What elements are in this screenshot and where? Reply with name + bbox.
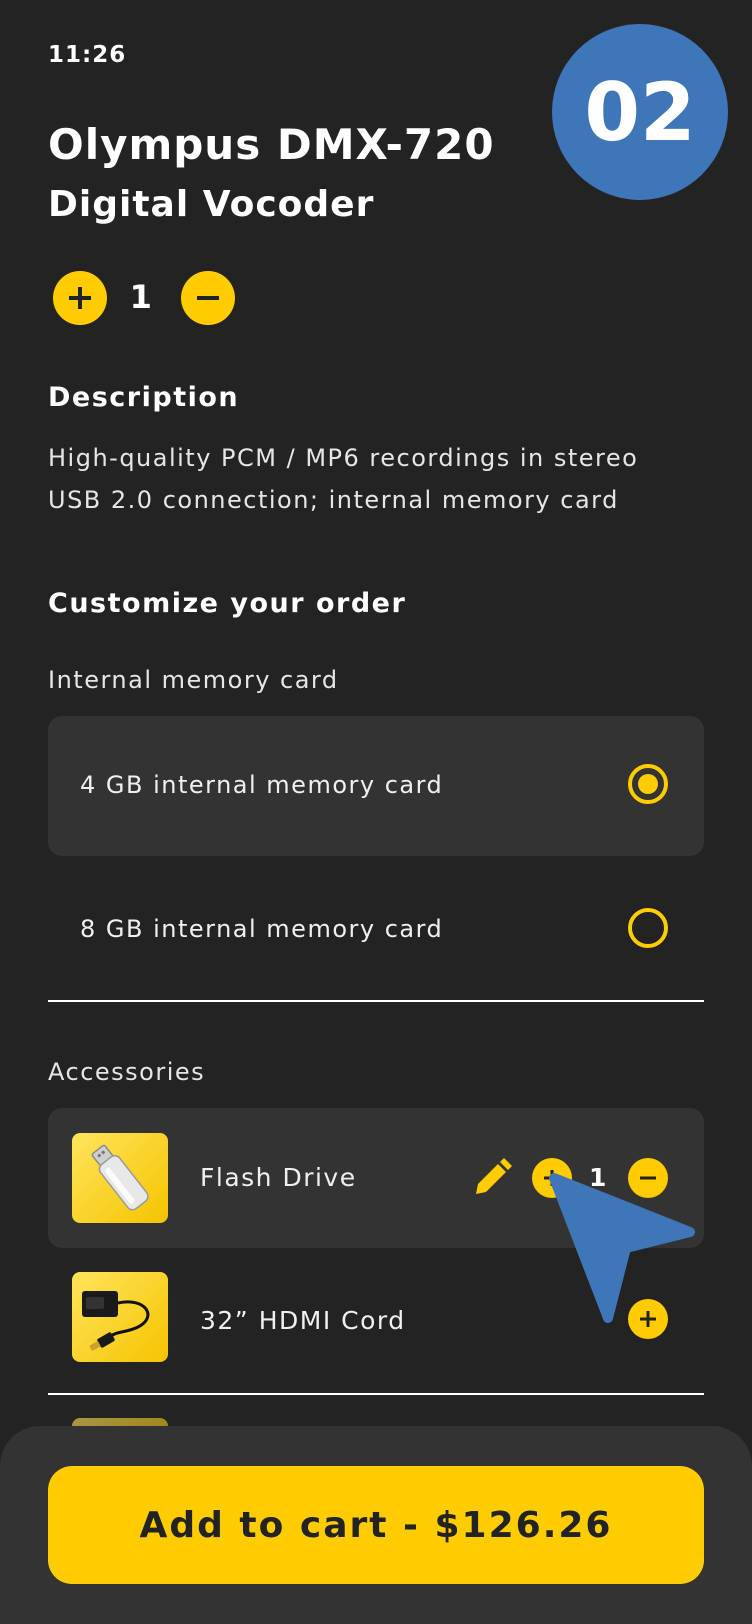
description-line: High-quality PCM / MP6 recordings in ste… [48, 444, 639, 472]
memory-option-label[interactable]: 8 GB internal memory card [80, 915, 443, 943]
hdmi-cord-image [72, 1272, 168, 1362]
pointer-cursor-icon [549, 1173, 695, 1323]
description-line: USB 2.0 connection; internal memory card [48, 486, 619, 514]
hdmi-cord-icon [82, 1291, 150, 1351]
plus-icon [69, 287, 91, 309]
add-to-cart-button[interactable]: Add to cart - $126.26 [48, 1466, 704, 1584]
product-title: Olympus DMX-720 [48, 120, 495, 169]
memory-option-label: 4 GB internal memory card [80, 771, 444, 799]
quantity-value: 1 [129, 278, 153, 316]
step-badge: 02 [552, 24, 728, 200]
memory-option-8gb-radio[interactable] [628, 908, 668, 948]
divider [48, 1393, 704, 1395]
customize-heading: Customize your order [48, 588, 407, 619]
description-heading: Description [48, 382, 240, 413]
flash-drive-image [72, 1133, 168, 1223]
status-time: 11:26 [48, 42, 127, 68]
minus-icon [197, 296, 219, 300]
divider [48, 1000, 704, 1002]
accessories-label: Accessories [48, 1058, 206, 1086]
accessory-name: 32” HDMI Cord [200, 1306, 406, 1335]
accessory-name: Flash Drive [200, 1163, 357, 1192]
memory-option-4gb-radio[interactable] [628, 764, 668, 804]
radio-selected-dot [638, 774, 658, 794]
quantity-decrease-button[interactable] [181, 271, 235, 325]
product-subtitle: Digital Vocoder [48, 184, 375, 225]
flash-drive-icon [91, 1144, 149, 1211]
quantity-increase-button[interactable] [53, 271, 107, 325]
pencil-icon[interactable] [470, 1156, 514, 1200]
memory-group-label: Internal memory card [48, 666, 339, 694]
